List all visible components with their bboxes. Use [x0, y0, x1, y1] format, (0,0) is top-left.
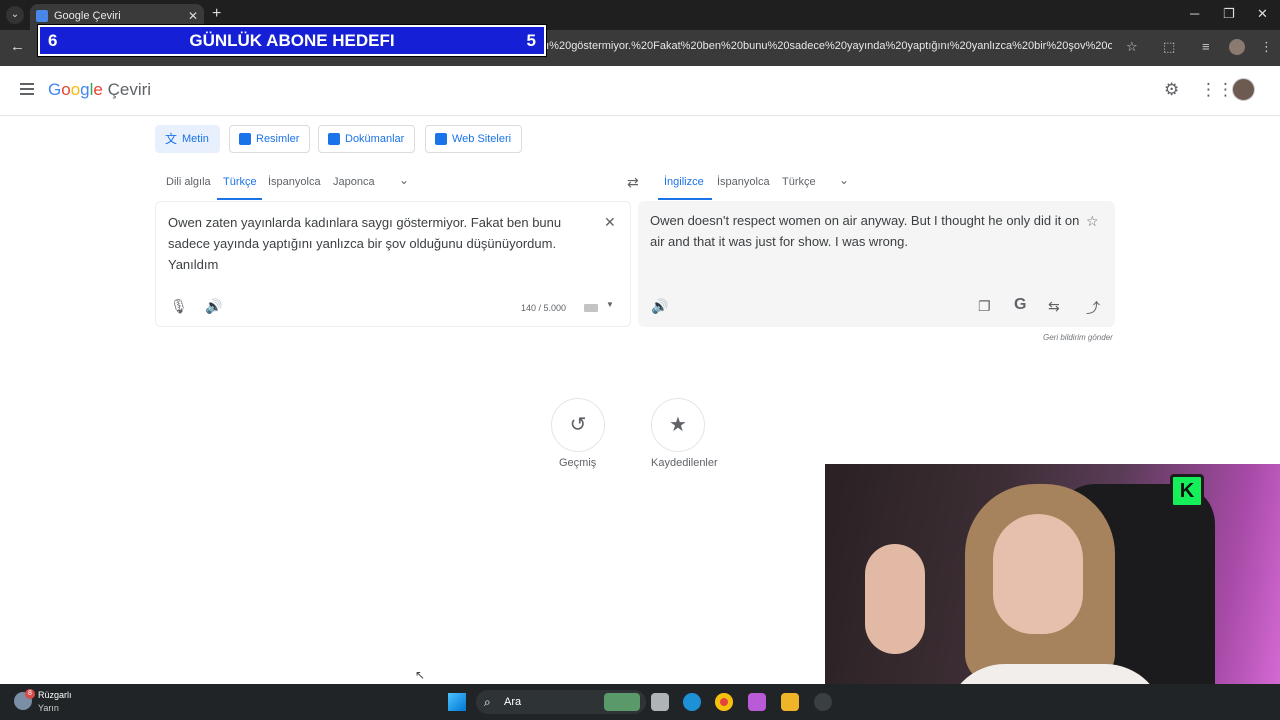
mode-images-label: Resimler: [256, 133, 300, 145]
website-icon: [435, 133, 447, 145]
extensions-icon[interactable]: ⬚: [1163, 39, 1175, 55]
mode-websites-button[interactable]: Web Siteleri: [425, 125, 523, 153]
file-explorer-icon[interactable]: [781, 693, 799, 711]
google-translate-logo[interactable]: Google Çeviri: [48, 80, 151, 100]
maximize-icon[interactable]: ❐: [1223, 6, 1235, 22]
windows-taskbar: 8 Rüzgarlı Yarın ⌕ Ara: [0, 684, 1280, 720]
translate-icon: 文: [165, 132, 178, 146]
settings-gear-icon[interactable]: ⚙: [1164, 80, 1179, 100]
search-icon: ⌕: [484, 695, 491, 709]
weather-title[interactable]: Rüzgarlı: [38, 690, 72, 700]
mode-images-button[interactable]: Resimler: [229, 125, 311, 153]
bookmark-star-icon[interactable]: ☆: [1126, 39, 1138, 55]
character-counter: 140 / 5.000: [521, 303, 567, 313]
goal-target-number: 5: [526, 31, 536, 50]
image-icon: [239, 133, 251, 145]
mode-text-label: Metin: [182, 133, 209, 145]
save-translation-star-icon[interactable]: ☆: [1086, 213, 1099, 230]
edge-browser-icon[interactable]: [683, 693, 701, 711]
profile-avatar[interactable]: [1229, 39, 1245, 55]
history-clock-icon: ↺: [569, 414, 587, 436]
history-button[interactable]: ↺: [551, 398, 605, 452]
source-lang-spanish[interactable]: İspanyolca: [268, 176, 321, 188]
target-lang-spanish[interactable]: İspanyolca: [717, 176, 770, 188]
saved-star-icon: ★: [669, 414, 687, 436]
source-lang-japanese[interactable]: Japonca: [333, 176, 375, 188]
chrome-browser-icon[interactable]: [715, 693, 733, 711]
goal-title: GÜNLÜK ABONE HEDEFI: [189, 31, 395, 50]
taskbar-search-label: Ara: [504, 696, 522, 708]
google-translate-favicon-icon: [36, 10, 48, 22]
google-g-icon[interactable]: G: [1014, 296, 1026, 314]
media-control-icon[interactable]: ≡: [1202, 39, 1210, 54]
app-header: Google Çeviri ⚙ ⋮⋮: [0, 66, 1280, 116]
tab-search-icon[interactable]: ⌄: [6, 6, 24, 24]
mode-documents-button[interactable]: Dokümanlar: [318, 125, 416, 153]
target-speaker-icon[interactable]: 🔊: [651, 298, 668, 315]
windows-start-icon[interactable]: [448, 693, 466, 711]
saved-label: Kaydedilenler: [651, 457, 718, 469]
saved-button[interactable]: ★: [651, 398, 705, 452]
address-bar[interactable]: gı%20göstermiyor.%20Fakat%20ben%20bunu%2…: [540, 40, 1112, 52]
streamer-hand: [865, 544, 925, 654]
apps-grid-icon[interactable]: ⋮⋮: [1200, 80, 1234, 100]
task-view-icon[interactable]: [651, 693, 669, 711]
mode-text-button[interactable]: 文 Metin: [155, 125, 220, 153]
clear-text-close-icon[interactable]: ✕: [604, 214, 616, 231]
source-lang-turkish[interactable]: Türkçe: [223, 176, 257, 188]
account-avatar[interactable]: [1232, 78, 1255, 101]
app-icon[interactable]: [814, 693, 832, 711]
webcam-overlay: K: [825, 464, 1280, 720]
copy-icon[interactable]: ❐: [978, 298, 991, 315]
translation-panel: Owen doesn't respect women on air anyway…: [638, 201, 1115, 327]
browser-menu-icon[interactable]: ⋮: [1260, 39, 1273, 55]
weather-subtitle: Yarın: [38, 703, 59, 713]
search-highlight-icon[interactable]: [604, 693, 640, 711]
main-menu-icon[interactable]: [20, 83, 34, 95]
subscriber-goal-banner: 6 GÜNLÜK ABONE HEDEFI 5: [37, 24, 547, 57]
window-close-icon[interactable]: ✕: [1257, 6, 1268, 22]
target-lang-more-chevron-down-icon[interactable]: ⌄: [839, 173, 849, 187]
target-lang-english[interactable]: İngilizce: [664, 176, 704, 188]
history-label: Geçmiş: [559, 457, 597, 469]
back-arrow-icon[interactable]: ←: [10, 38, 25, 55]
kick-logo-icon: K: [1170, 474, 1204, 508]
source-speaker-icon[interactable]: 🔊: [205, 298, 222, 315]
source-lang-underline: [217, 198, 262, 200]
browser-tab-title: Google Çeviri: [54, 10, 121, 22]
target-lang-turkish[interactable]: Türkçe: [782, 176, 816, 188]
copilot-icon[interactable]: [748, 693, 766, 711]
microphone-icon[interactable]: 🎙: [170, 298, 188, 315]
minimize-icon[interactable]: ─: [1190, 6, 1199, 21]
keyboard-chevron-down-icon[interactable]: ▼: [606, 300, 614, 309]
mode-documents-label: Dokümanlar: [345, 133, 405, 145]
product-name: Çeviri: [107, 80, 152, 99]
source-text-panel: Owen zaten yayınlarda kadınlara saygı gö…: [155, 201, 631, 327]
rate-translation-icon[interactable]: ⇆: [1048, 298, 1060, 315]
mode-websites-label: Web Siteleri: [452, 133, 512, 145]
new-tab-icon[interactable]: +: [212, 5, 221, 23]
target-lang-underline: [658, 198, 712, 200]
source-lang-more-chevron-down-icon[interactable]: ⌄: [399, 173, 409, 187]
swap-languages-icon[interactable]: ⇄: [627, 174, 639, 191]
streamer-face: [993, 514, 1083, 634]
send-feedback-link[interactable]: Geri bildirim gönder: [1043, 333, 1113, 342]
share-icon[interactable]: ⤴: [1086, 298, 1100, 318]
source-lang-detect[interactable]: Dili algıla: [166, 176, 211, 188]
source-text-input[interactable]: Owen zaten yayınlarda kadınlara saygı gö…: [168, 212, 588, 275]
document-icon: [328, 133, 340, 145]
translation-output: Owen doesn't respect women on air anyway…: [650, 213, 1080, 249]
keyboard-icon[interactable]: [584, 304, 598, 312]
weather-badge: 8: [25, 689, 35, 699]
mouse-cursor-icon: ↖: [415, 668, 426, 682]
